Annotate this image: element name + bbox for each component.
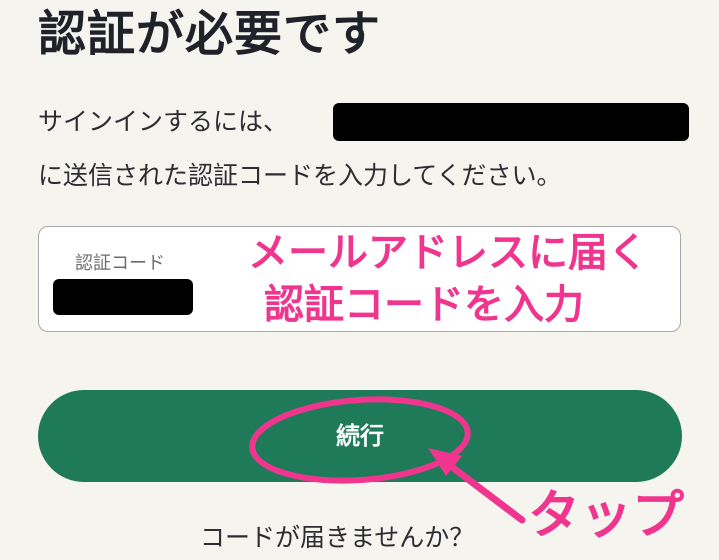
- redacted-email: [333, 103, 689, 141]
- instruction-line-1: サインインするには、: [38, 107, 289, 136]
- continue-button[interactable]: 続行: [38, 390, 682, 482]
- annotation-tap: タップ: [528, 486, 685, 546]
- annotation-hint-line-1: メールアドレスに届く: [248, 230, 648, 276]
- verification-code-label: 認証コード: [75, 253, 165, 274]
- redacted-code-value: [53, 279, 193, 315]
- auth-page: 認証が必要です サインインするには、 に送信された認証コードを入力してください。…: [0, 0, 719, 560]
- annotation-hint-line-2: 認証コードを入力: [264, 282, 584, 328]
- instruction-line-2: に送信された認証コードを入力してください。: [38, 161, 562, 190]
- page-title: 認証が必要です: [38, 6, 382, 62]
- resend-code-link[interactable]: コードが届きませんか？: [200, 520, 474, 556]
